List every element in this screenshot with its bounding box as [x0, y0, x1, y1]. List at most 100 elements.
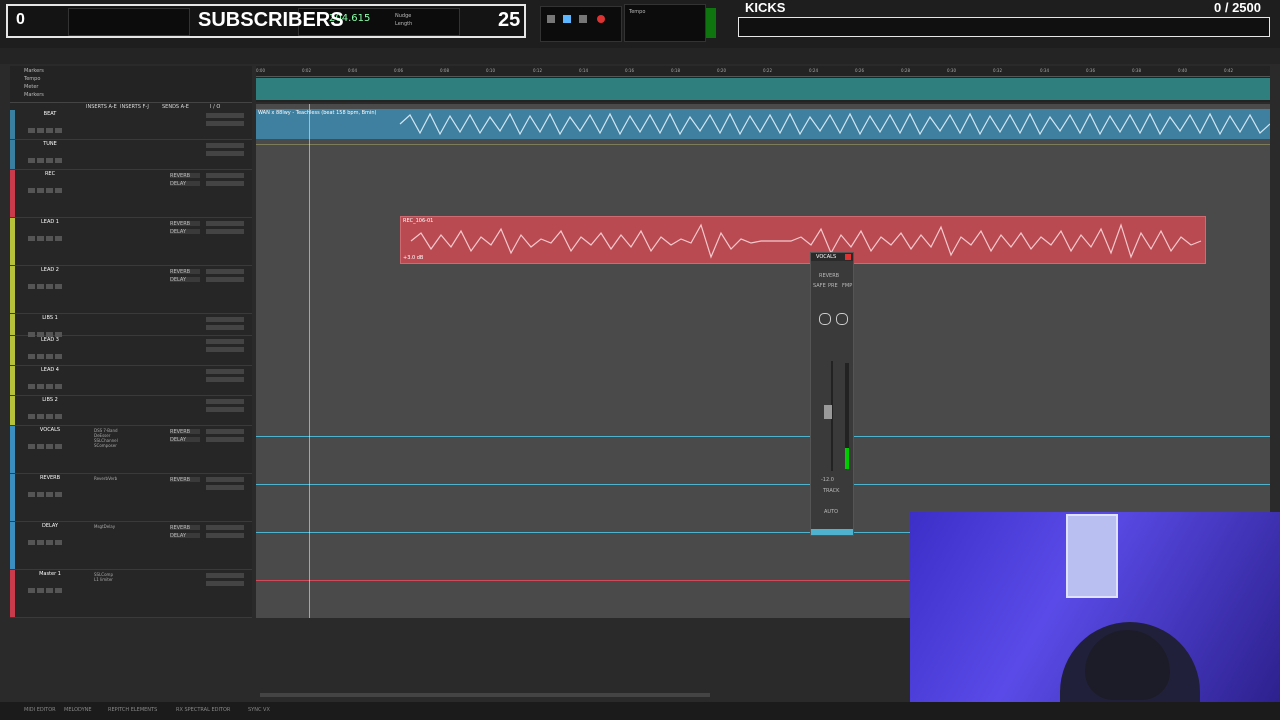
track-toggle-button[interactable] [28, 414, 35, 419]
transport-controls[interactable] [540, 6, 622, 42]
track-buttons[interactable] [28, 226, 78, 241]
close-icon[interactable] [845, 254, 851, 260]
io-selector[interactable] [206, 437, 244, 442]
track-name[interactable]: LEAD 2 [24, 267, 76, 273]
track-name[interactable]: LEAD 1 [24, 219, 76, 225]
track-toggle-button[interactable] [55, 384, 62, 389]
bottom-tab-midi-editor[interactable]: MIDI EDITOR [24, 707, 56, 713]
rewind-icon[interactable] [547, 15, 555, 23]
io-selector[interactable] [206, 407, 244, 412]
track-buttons[interactable] [28, 344, 78, 359]
track-buttons[interactable] [28, 274, 78, 289]
track-toggle-button[interactable] [46, 158, 53, 163]
send-slot[interactable]: REVERB [170, 269, 200, 275]
track-toggle-button[interactable] [46, 588, 53, 593]
track-row[interactable]: Master 1 SSLComp L1 limiter [10, 570, 252, 618]
track-buttons[interactable] [28, 434, 78, 449]
fmp-button[interactable]: FMP [842, 283, 852, 289]
insert-slot[interactable]: ReverbVerb [94, 476, 134, 481]
io-selector[interactable] [206, 173, 244, 178]
playhead[interactable] [309, 104, 310, 618]
io-selector[interactable] [206, 269, 244, 274]
track-toggle-button[interactable] [37, 444, 44, 449]
track-buttons[interactable] [28, 374, 78, 389]
bottom-tab-repitch[interactable]: REPITCH ELEMENTS [108, 707, 157, 713]
track-toggle-button[interactable] [55, 128, 62, 133]
io-selector[interactable] [206, 113, 244, 118]
send-slot[interactable]: REVERB [170, 221, 200, 227]
tempo-lane[interactable] [256, 78, 1270, 100]
io-selector[interactable] [206, 151, 244, 156]
insert-slot[interactable]: SComposer [94, 443, 134, 448]
stop-icon[interactable] [563, 15, 571, 23]
pan-knob-left[interactable] [819, 313, 831, 325]
record-icon[interactable] [597, 15, 605, 23]
track-row[interactable]: LEAD 2 REVERB DELAY [10, 266, 252, 314]
io-selector[interactable] [206, 399, 244, 404]
io-selector[interactable] [206, 325, 244, 330]
track-name[interactable]: LEAD 4 [24, 367, 76, 373]
track-name[interactable]: BEAT [24, 111, 76, 117]
track-toggle-button[interactable] [28, 128, 35, 133]
track-name[interactable]: REC [24, 171, 76, 177]
insert-slot[interactable]: MsgtDelay [94, 524, 134, 529]
bottom-tab-sync-vx[interactable]: SYNC VX [248, 707, 270, 713]
horizontal-scrollbar[interactable] [260, 693, 710, 697]
io-selector[interactable] [206, 181, 244, 186]
ruler-ticks[interactable]: 0:00 0:02 0:04 0:06 0:08 0:10 0:12 0:14 0:16 0:18… [256, 68, 1270, 77]
strip-send-name[interactable]: REVERB [819, 273, 839, 279]
track-toggle-button[interactable] [28, 540, 35, 545]
track-toggle-button[interactable] [37, 588, 44, 593]
track-toggle-button[interactable] [55, 492, 62, 497]
track-row[interactable]: LIBS 2 [10, 396, 252, 426]
track-name[interactable]: Master 1 [24, 571, 76, 577]
track-row[interactable]: BEAT [10, 110, 252, 140]
track-buttons[interactable] [28, 322, 78, 337]
send-slot[interactable]: DELAY [170, 277, 200, 283]
track-name[interactable]: DELAY [24, 523, 76, 529]
track-name[interactable]: LEAD 3 [24, 337, 76, 343]
track-toggle-button[interactable] [37, 158, 44, 163]
send-slot[interactable]: REVERB [170, 173, 200, 179]
io-selector[interactable] [206, 121, 244, 126]
track-row[interactable]: DELAY MsgtDelay REVERB DELAY [10, 522, 252, 570]
beat-clip[interactable]: WAN x 88lwy - Teachless (beat 158 bpm, B… [256, 109, 1270, 139]
insert-list[interactable]: DSS 7-Band DeEsser SSLChannel SComposer [94, 428, 134, 448]
timeline-ruler[interactable]: 0:00 0:02 0:04 0:06 0:08 0:10 0:12 0:14 0:16 0:18… [256, 66, 1270, 102]
track-buttons[interactable] [28, 578, 78, 593]
track-buttons[interactable] [28, 178, 78, 193]
track-toggle-button[interactable] [55, 284, 62, 289]
track-buttons[interactable] [28, 404, 78, 419]
track-row[interactable]: VOCALS DSS 7-Band DeEsser SSLChannel SCompos… [10, 426, 252, 474]
auto-label[interactable]: AUTO [824, 509, 838, 515]
insert-list[interactable]: SSLComp L1 limiter [94, 572, 134, 582]
send-slot[interactable]: DELAY [170, 533, 200, 539]
rec-clip[interactable]: REC_106-01 +3.0 dB [400, 216, 1206, 264]
io-selector[interactable] [206, 369, 244, 374]
track-buttons[interactable] [28, 530, 78, 545]
track-toggle-button[interactable] [55, 444, 62, 449]
track-toggle-button[interactable] [46, 414, 53, 419]
track-row[interactable]: LEAD 1 REVERB DELAY [10, 218, 252, 266]
track-toggle-button[interactable] [37, 236, 44, 241]
track-toggle-button[interactable] [37, 188, 44, 193]
track-name[interactable]: TUNE [24, 141, 76, 147]
track-toggle-button[interactable] [46, 284, 53, 289]
track-toggle-button[interactable] [37, 492, 44, 497]
send-slot[interactable]: DELAY [170, 181, 200, 187]
track-toggle-button[interactable] [46, 188, 53, 193]
track-toggle-button[interactable] [28, 354, 35, 359]
track-toggle-button[interactable] [55, 588, 62, 593]
play-icon[interactable] [579, 15, 587, 23]
track-row[interactable]: REVERB ReverbVerb REVERB [10, 474, 252, 522]
track-toggle-button[interactable] [46, 492, 53, 497]
track-name[interactable]: REVERB [24, 475, 76, 481]
track-row[interactable]: LEAD 4 [10, 366, 252, 396]
track-toggle-button[interactable] [55, 414, 62, 419]
safe-button[interactable]: SAFE [813, 283, 826, 289]
io-selector[interactable] [206, 485, 244, 490]
track-toggle-button[interactable] [37, 284, 44, 289]
track-toggle-button[interactable] [28, 188, 35, 193]
io-selector[interactable] [206, 573, 244, 578]
pre-button[interactable]: PRE [828, 283, 838, 289]
